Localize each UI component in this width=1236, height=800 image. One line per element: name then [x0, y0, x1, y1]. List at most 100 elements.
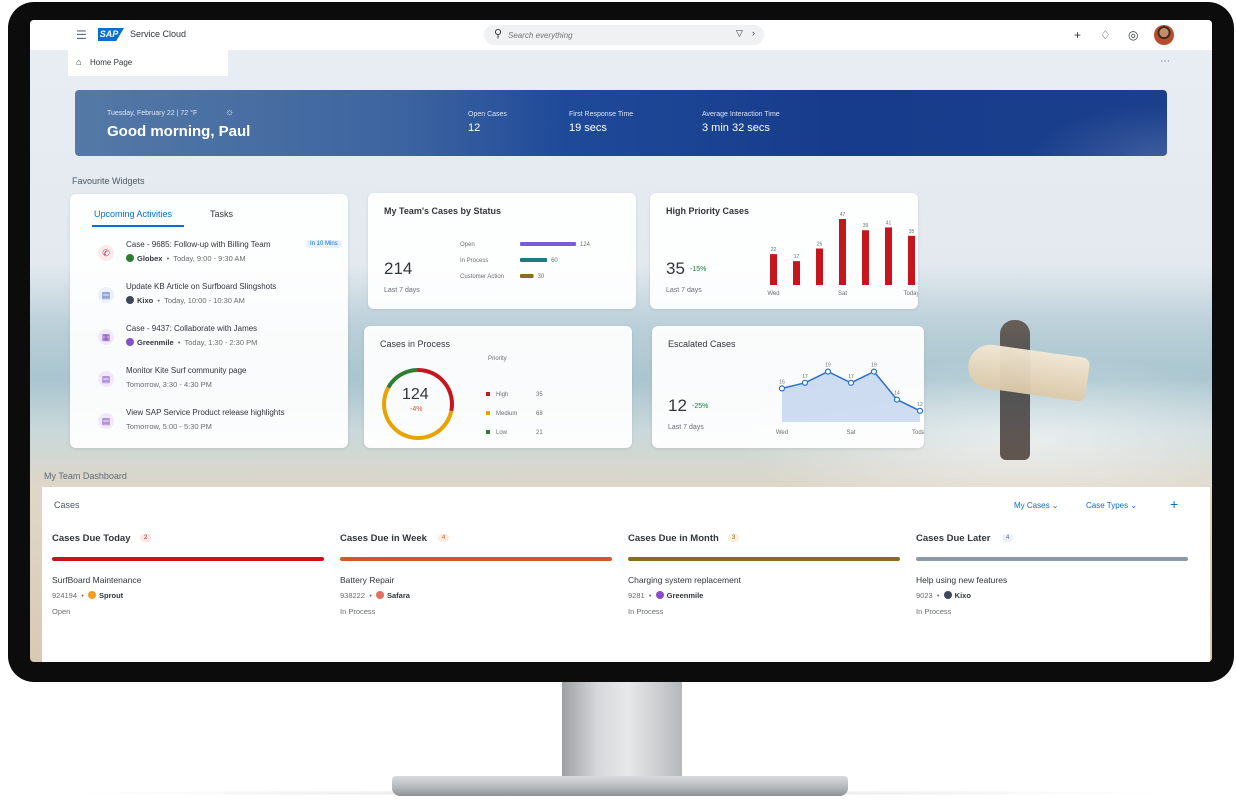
kpi-value: 19 secs: [569, 122, 607, 134]
sap-logo[interactable]: SAP: [98, 28, 124, 41]
status-bar-chart: Open 124 In Process 60 Customer Action 30: [460, 242, 591, 280]
sun-icon: ☼: [225, 107, 235, 118]
priority-bar: [816, 248, 823, 285]
menu-icon[interactable]: ☰: [76, 28, 87, 42]
bell-icon[interactable]: ♢: [1100, 28, 1111, 42]
activity-item[interactable]: ✆ Case - 9685: Follow-up with Billing Te…: [96, 240, 356, 274]
legend-label: High: [496, 392, 508, 398]
point-value-label: 17: [848, 374, 854, 380]
bar-value-label: 35: [909, 229, 915, 235]
overflow-icon[interactable]: ⋯: [1160, 56, 1170, 67]
surfboard: [965, 341, 1091, 403]
column-heading: Cases Due in Week: [340, 533, 427, 544]
monitor-stand-neck: [562, 680, 682, 780]
activity-title: View SAP Service Product release highlig…: [126, 408, 285, 417]
legend-value: 68: [536, 411, 543, 417]
company-logo-icon: [943, 591, 952, 599]
column-heading: Cases Due Later: [916, 533, 991, 544]
bar-value-label: 41: [886, 220, 892, 226]
column-heading: Cases Due in Month: [628, 533, 719, 544]
tab-home-page-label: Home Page: [90, 58, 133, 67]
case-title[interactable]: SurfBoard Maintenance: [52, 575, 141, 585]
avatar[interactable]: [1154, 25, 1174, 45]
point-value-label: 19: [825, 363, 831, 369]
kpi-label: Open Cases: [468, 111, 507, 118]
help-icon[interactable]: ◎: [1128, 28, 1138, 42]
status-bar: [520, 258, 548, 262]
activity-item[interactable]: ▤ Monitor Kite Surf community page Tomor…: [96, 366, 356, 400]
section-favourite-widgets: Favourite Widgets: [72, 176, 145, 186]
search-icon[interactable]: ⚲: [494, 27, 502, 40]
welcome-banner: Tuesday, February 22 | 72 °F ☼ Good morn…: [75, 90, 1167, 156]
x-tick-label: Today: [912, 430, 924, 436]
priority-bar: [908, 235, 915, 285]
x-tick-label: Wed: [767, 291, 779, 297]
sub-header: ⌂ Home Page ⋯: [30, 50, 1212, 76]
high-priority-bar-chart: 22 17 26 47 39 41 35 Wed Sat Today: [767, 212, 918, 297]
filter-icon[interactable]: ▽: [736, 28, 743, 39]
kpi-value: 12: [468, 122, 481, 134]
case-title[interactable]: Charging system replacement: [628, 575, 741, 585]
search-input[interactable]: [508, 28, 708, 42]
status-bar: [520, 274, 534, 278]
team-status-card[interactable]: My Team's Cases by Status 214 Last 7 day…: [368, 193, 636, 309]
activity-item[interactable]: ▦ Case - 9437: Collaborate with James Gr…: [96, 324, 356, 358]
escalated-point: [778, 385, 786, 392]
count-badge: 3: [728, 534, 740, 542]
escalated-card[interactable]: Escalated Cases 12 -25% Last 7 days 16 17…: [652, 326, 924, 448]
tab-home-page[interactable]: ⌂ Home Page: [68, 50, 228, 76]
cases-title: Cases: [54, 500, 80, 510]
chevron-right-icon[interactable]: ›: [752, 28, 755, 38]
activity-title: Monitor Kite Surf community page: [126, 366, 247, 375]
plus-icon[interactable]: +: [1074, 28, 1081, 42]
legend-label: Medium: [496, 411, 517, 417]
escalated-point: [893, 396, 901, 403]
tab-upcoming-activities[interactable]: Upcoming Activities: [94, 209, 172, 219]
kpi-label: Average Interaction Time: [702, 111, 780, 118]
legend-value: 21: [536, 430, 543, 436]
high-priority-card[interactable]: High Priority Cases 35 -15% Last 7 days …: [650, 193, 918, 309]
company-logo-icon: [126, 296, 134, 304]
activity-title: Case - 9437: Collaborate with James: [126, 324, 258, 333]
count-badge: 4: [438, 534, 450, 542]
legend-swatch: [486, 430, 490, 434]
case-types-dropdown[interactable]: Case Types ⌄: [1086, 501, 1137, 510]
column-color-bar: [916, 557, 1188, 561]
count-badge: 2: [140, 534, 152, 542]
case-title[interactable]: Battery Repair: [340, 575, 394, 585]
company-logo-icon: [126, 254, 134, 262]
priority-bar: [862, 230, 869, 285]
case-title[interactable]: Help using new features: [916, 575, 1007, 585]
case-meta: 938222 • Safara: [340, 591, 410, 600]
task-icon: ▤: [98, 371, 114, 387]
point-value-label: 12: [917, 402, 923, 408]
tab-tasks[interactable]: Tasks: [210, 209, 233, 219]
activity-item[interactable]: ▤ View SAP Service Product release highl…: [96, 408, 356, 442]
status-bar: [520, 242, 576, 246]
x-tick-label: Sat: [846, 430, 855, 436]
activity-meta: Globex • Today, 9:00 - 9:30 AM: [126, 254, 246, 263]
activity-item[interactable]: ▤ Update KB Article on Surfboard Slingsh…: [96, 282, 356, 316]
add-case-icon[interactable]: +: [1170, 496, 1178, 512]
home-icon: ⌂: [76, 57, 82, 67]
column-heading: Cases Due Today: [52, 533, 131, 544]
escalated-point: [801, 379, 809, 386]
company-logo-icon: [655, 591, 664, 599]
bar-value-label: 39: [863, 223, 869, 229]
donut-slice: [386, 368, 419, 389]
search-bar[interactable]: ⚲ ▽ ›: [484, 25, 764, 45]
status-value-label: 124: [580, 242, 591, 248]
in-process-card[interactable]: Cases in Process High 35 Medium 68 Low 21 124…: [364, 326, 632, 448]
kpi-open-cases: Open Cases 12: [468, 111, 507, 134]
case-meta: 9023 • Kixo: [916, 591, 971, 600]
status-category-label: Open: [460, 242, 475, 248]
activity-meta: Greenmile • Today, 1:30 - 2:30 PM: [126, 338, 257, 347]
point-value-label: 16: [779, 379, 785, 385]
tab-underline: [92, 225, 184, 227]
bar-value-label: 26: [817, 241, 823, 247]
priority-bar: [885, 227, 892, 285]
column-color-bar: [628, 557, 900, 561]
activity-meta: Tomorrow, 5:00 - 5:30 PM: [126, 422, 212, 431]
my-cases-dropdown[interactable]: My Cases ⌄: [1014, 501, 1059, 510]
case-status: In Process: [628, 607, 664, 616]
